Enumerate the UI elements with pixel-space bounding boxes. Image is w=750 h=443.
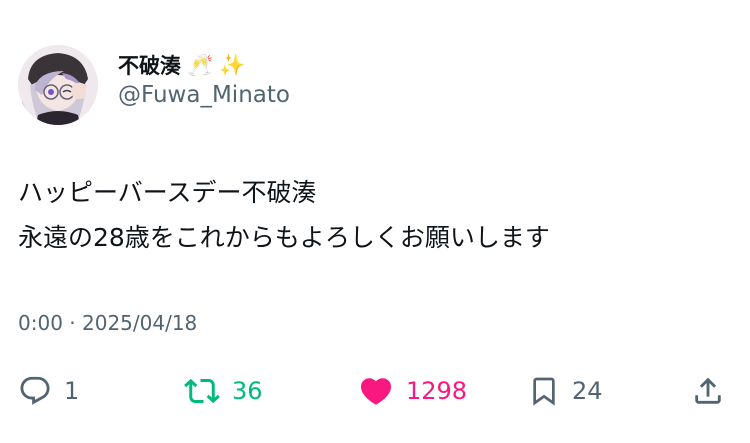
repost-count: 36 bbox=[232, 377, 263, 405]
author-handle[interactable]: @Fuwa_Minato bbox=[118, 82, 290, 108]
repost-button[interactable]: 36 bbox=[184, 368, 263, 414]
heart-icon bbox=[360, 378, 392, 405]
like-button[interactable]: 1298 bbox=[358, 368, 467, 414]
author-avatar[interactable] bbox=[18, 45, 98, 125]
reply-count: 1 bbox=[64, 377, 80, 405]
tweet-line-1: ハッピーバースデー不破湊 bbox=[18, 178, 317, 207]
champagne-glasses-icon: 🥂 bbox=[187, 52, 214, 77]
share-button[interactable] bbox=[691, 368, 725, 414]
avatar-image bbox=[18, 45, 98, 125]
tweet-text: ハッピーバースデー不破湊 永遠の28歳をこれからもよろしくお願いします bbox=[18, 170, 550, 260]
author-name-row[interactable]: 不破湊 🥂 ✨ bbox=[118, 50, 245, 80]
bookmark-icon bbox=[533, 377, 555, 406]
action-bar: 1 36 1298 24 bbox=[0, 368, 750, 414]
repost-icon bbox=[184, 378, 220, 404]
meta-separator: · bbox=[69, 311, 76, 335]
tweet-line-2: 永遠の28歳をこれからもよろしくお願いします bbox=[18, 223, 550, 252]
tweet-date: 2025/04/18 bbox=[82, 311, 198, 335]
bookmark-button[interactable]: 24 bbox=[528, 368, 603, 414]
author-display-name[interactable]: 不破湊 bbox=[118, 50, 181, 80]
sparkles-icon: ✨ bbox=[219, 52, 246, 77]
share-icon bbox=[695, 377, 721, 404]
like-count: 1298 bbox=[406, 377, 468, 405]
tweet-time: 0:00 bbox=[18, 311, 63, 335]
tweet-timestamp[interactable]: 0:00 · 2025/04/18 bbox=[18, 311, 197, 335]
reply-icon bbox=[20, 376, 50, 405]
reply-button[interactable]: 1 bbox=[18, 368, 79, 414]
bookmark-count: 24 bbox=[572, 377, 603, 405]
